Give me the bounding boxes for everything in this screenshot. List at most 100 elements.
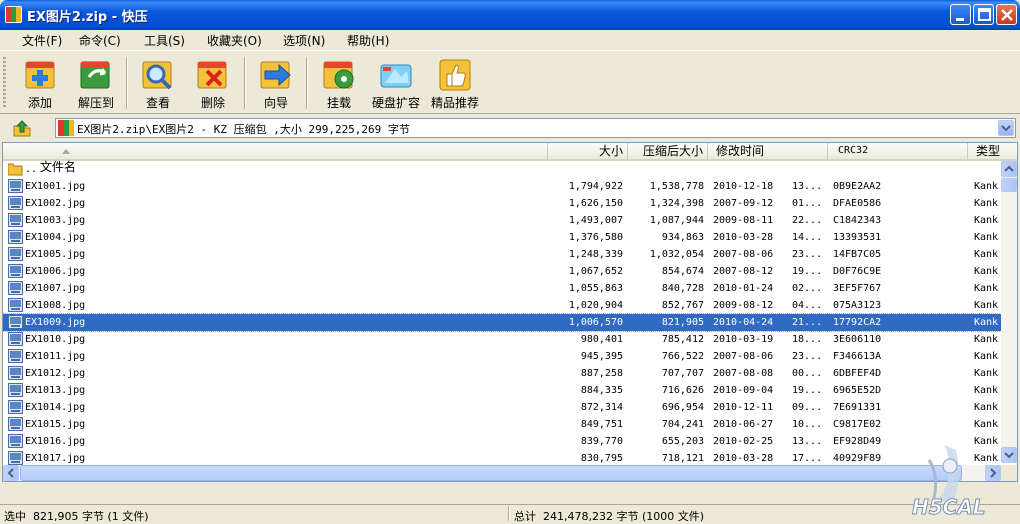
scroll-down-button[interactable] bbox=[1001, 447, 1017, 463]
horizontal-scroll-thumb[interactable] bbox=[20, 465, 962, 481]
path-field[interactable]: EX图片2.zip\EX图片2 - KZ 压缩包 ,大小 299,225,269… bbox=[55, 118, 1016, 138]
file-list: 文件名 大小 压缩后大小 修改时间 CRC32 类型 .. EX1001.jpg 1… bbox=[2, 142, 1018, 482]
column-header-crc[interactable]: CRC32 bbox=[828, 143, 968, 159]
extract-button[interactable]: 解压到 bbox=[66, 55, 126, 113]
close-icon bbox=[1001, 9, 1013, 21]
parent-folder-label: .. bbox=[25, 164, 38, 175]
column-header-size[interactable]: 大小 bbox=[548, 143, 628, 159]
scroll-corner bbox=[1001, 465, 1017, 481]
column-header-type[interactable]: 类型 bbox=[968, 143, 1017, 159]
file-date: 2010-04-24 bbox=[713, 317, 774, 328]
file-size: 1,020,904 bbox=[568, 300, 623, 311]
up-folder-icon[interactable] bbox=[12, 118, 32, 138]
title-bar[interactable]: EX图片2.zip - 快压 bbox=[0, 0, 1020, 30]
menu-tools[interactable]: 工具(S) bbox=[144, 32, 185, 49]
column-crc-label: CRC32 bbox=[838, 145, 869, 156]
table-row[interactable]: EX1015.jpg 849,751 704,241 2010-06-27 10... C… bbox=[3, 416, 1003, 433]
app-logo-icon bbox=[5, 6, 22, 23]
table-row[interactable]: EX1002.jpg 1,626,150 1,324,398 2007-09-12 01… bbox=[3, 195, 1003, 212]
table-row[interactable]: EX1003.jpg 1,493,007 1,087,944 2009-08-11 22… bbox=[3, 212, 1003, 229]
recommend-button[interactable]: 精品推荐 bbox=[425, 55, 485, 113]
file-name: EX1001.jpg bbox=[25, 181, 86, 192]
delete-button[interactable]: 删除 bbox=[183, 55, 243, 113]
menu-file[interactable]: 文件(F) bbox=[22, 32, 62, 49]
file-date: 2007-08-08 bbox=[713, 368, 774, 379]
minimize-button[interactable] bbox=[950, 4, 971, 25]
file-packed-size: 696,954 bbox=[661, 402, 704, 413]
file-crc: 3E606110 bbox=[833, 334, 882, 345]
table-row[interactable]: EX1011.jpg 945,395 766,522 2007-08-06 23... F… bbox=[3, 348, 1003, 365]
column-size-label: 大小 bbox=[598, 144, 623, 158]
table-row[interactable]: EX1013.jpg 884,335 716,626 2010-09-04 19... 6… bbox=[3, 382, 1003, 399]
table-row[interactable]: EX1008.jpg 1,020,904 852,767 2009-08-12 04..… bbox=[3, 297, 1003, 314]
scroll-thumb[interactable] bbox=[1001, 178, 1017, 192]
file-crc: 14FB7C05 bbox=[833, 249, 882, 260]
sort-ascending-icon bbox=[62, 149, 70, 154]
path-dropdown-button[interactable] bbox=[998, 120, 1014, 136]
file-packed-size: 854,674 bbox=[661, 266, 704, 277]
file-name: EX1014.jpg bbox=[25, 402, 86, 413]
table-row[interactable]: EX1016.jpg 839,770 655,203 2010-02-25 13... E… bbox=[3, 433, 1003, 450]
close-button[interactable] bbox=[996, 4, 1017, 25]
table-row[interactable]: EX1014.jpg 872,314 696,954 2010-12-11 09... 7… bbox=[3, 399, 1003, 416]
file-name: EX1015.jpg bbox=[25, 419, 86, 430]
scroll-up-button[interactable] bbox=[1001, 161, 1017, 177]
scroll-left-button[interactable] bbox=[3, 465, 19, 481]
table-row[interactable]: EX1012.jpg 887,258 707,707 2007-08-08 00... 6… bbox=[3, 365, 1003, 382]
file-date: 2010-12-18 bbox=[713, 181, 774, 192]
file-type: Kank bbox=[974, 419, 999, 430]
wizard-button[interactable]: 向导 bbox=[246, 55, 306, 113]
table-row[interactable]: EX1001.jpg 1,794,922 1,538,778 2010-12-18 13… bbox=[3, 178, 1003, 195]
table-row[interactable]: EX1009.jpg 1,006,570 821,905 2010-04-24 21..… bbox=[3, 313, 1004, 332]
file-packed-size: 1,087,944 bbox=[649, 215, 704, 226]
file-name: EX1012.jpg bbox=[25, 368, 86, 379]
extract-icon bbox=[80, 61, 110, 89]
file-packed-size: 707,707 bbox=[661, 368, 704, 379]
menu-help[interactable]: 帮助(H) bbox=[347, 32, 389, 49]
file-size: 1,376,580 bbox=[568, 232, 623, 243]
list-header: 文件名 大小 压缩后大小 修改时间 CRC32 类型 bbox=[3, 143, 1017, 174]
file-date: 2007-08-06 bbox=[713, 249, 774, 260]
status-separator bbox=[508, 506, 510, 521]
parent-folder-row[interactable]: .. bbox=[3, 161, 1003, 178]
table-row[interactable]: EX1005.jpg 1,248,339 1,032,054 2007-08-06 23… bbox=[3, 246, 1003, 263]
chevron-left-icon bbox=[7, 468, 14, 478]
file-type: Kank bbox=[974, 215, 999, 226]
scroll-right-button[interactable] bbox=[985, 465, 1001, 481]
file-type: Kank bbox=[974, 385, 999, 396]
table-row[interactable]: EX1004.jpg 1,376,580 934,863 2010-03-28 14..… bbox=[3, 229, 1003, 246]
status-total: 总计 241,478,232 字节 (1000 文件) bbox=[514, 510, 705, 523]
jpg-file-icon bbox=[8, 383, 23, 397]
file-time: 13... bbox=[792, 436, 823, 447]
jpg-file-icon bbox=[8, 281, 23, 295]
chevron-down-icon bbox=[1001, 125, 1011, 132]
disk-expand-icon bbox=[380, 64, 412, 88]
table-row[interactable]: EX1010.jpg 980,401 785,412 2010-03-19 18... 3… bbox=[3, 331, 1003, 348]
menu-options[interactable]: 选项(N) bbox=[283, 32, 325, 49]
file-time: 19... bbox=[792, 385, 823, 396]
menu-command[interactable]: 命令(C) bbox=[79, 32, 121, 49]
file-size: 1,055,863 bbox=[568, 283, 623, 294]
vertical-scrollbar[interactable] bbox=[1001, 161, 1017, 463]
table-row[interactable]: EX1007.jpg 1,055,863 840,728 2010-01-24 02..… bbox=[3, 280, 1003, 297]
file-name: EX1006.jpg bbox=[25, 266, 86, 277]
file-size: 839,770 bbox=[580, 436, 623, 447]
maximize-button[interactable] bbox=[973, 4, 994, 25]
file-name: EX1013.jpg bbox=[25, 385, 86, 396]
file-type: Kank bbox=[974, 368, 999, 379]
file-name: EX1003.jpg bbox=[25, 215, 86, 226]
chevron-down-icon bbox=[1004, 452, 1014, 459]
jpg-file-icon bbox=[8, 366, 23, 380]
horizontal-scrollbar[interactable] bbox=[3, 465, 1001, 481]
file-time: 10... bbox=[792, 419, 823, 430]
jpg-file-icon bbox=[8, 247, 23, 261]
column-header-modified[interactable]: 修改时间 bbox=[708, 143, 828, 159]
menu-favorites[interactable]: 收藏夹(O) bbox=[207, 32, 262, 49]
column-header-packed[interactable]: 压缩后大小 bbox=[628, 143, 708, 159]
file-packed-size: 840,728 bbox=[661, 283, 704, 294]
file-crc: 6965E52D bbox=[833, 385, 882, 396]
file-packed-size: 821,905 bbox=[661, 317, 704, 328]
file-type: Kank bbox=[974, 402, 999, 413]
table-row[interactable]: EX1006.jpg 1,067,652 854,674 2007-08-12 19..… bbox=[3, 263, 1003, 280]
column-header-name[interactable]: 文件名 bbox=[3, 143, 548, 174]
